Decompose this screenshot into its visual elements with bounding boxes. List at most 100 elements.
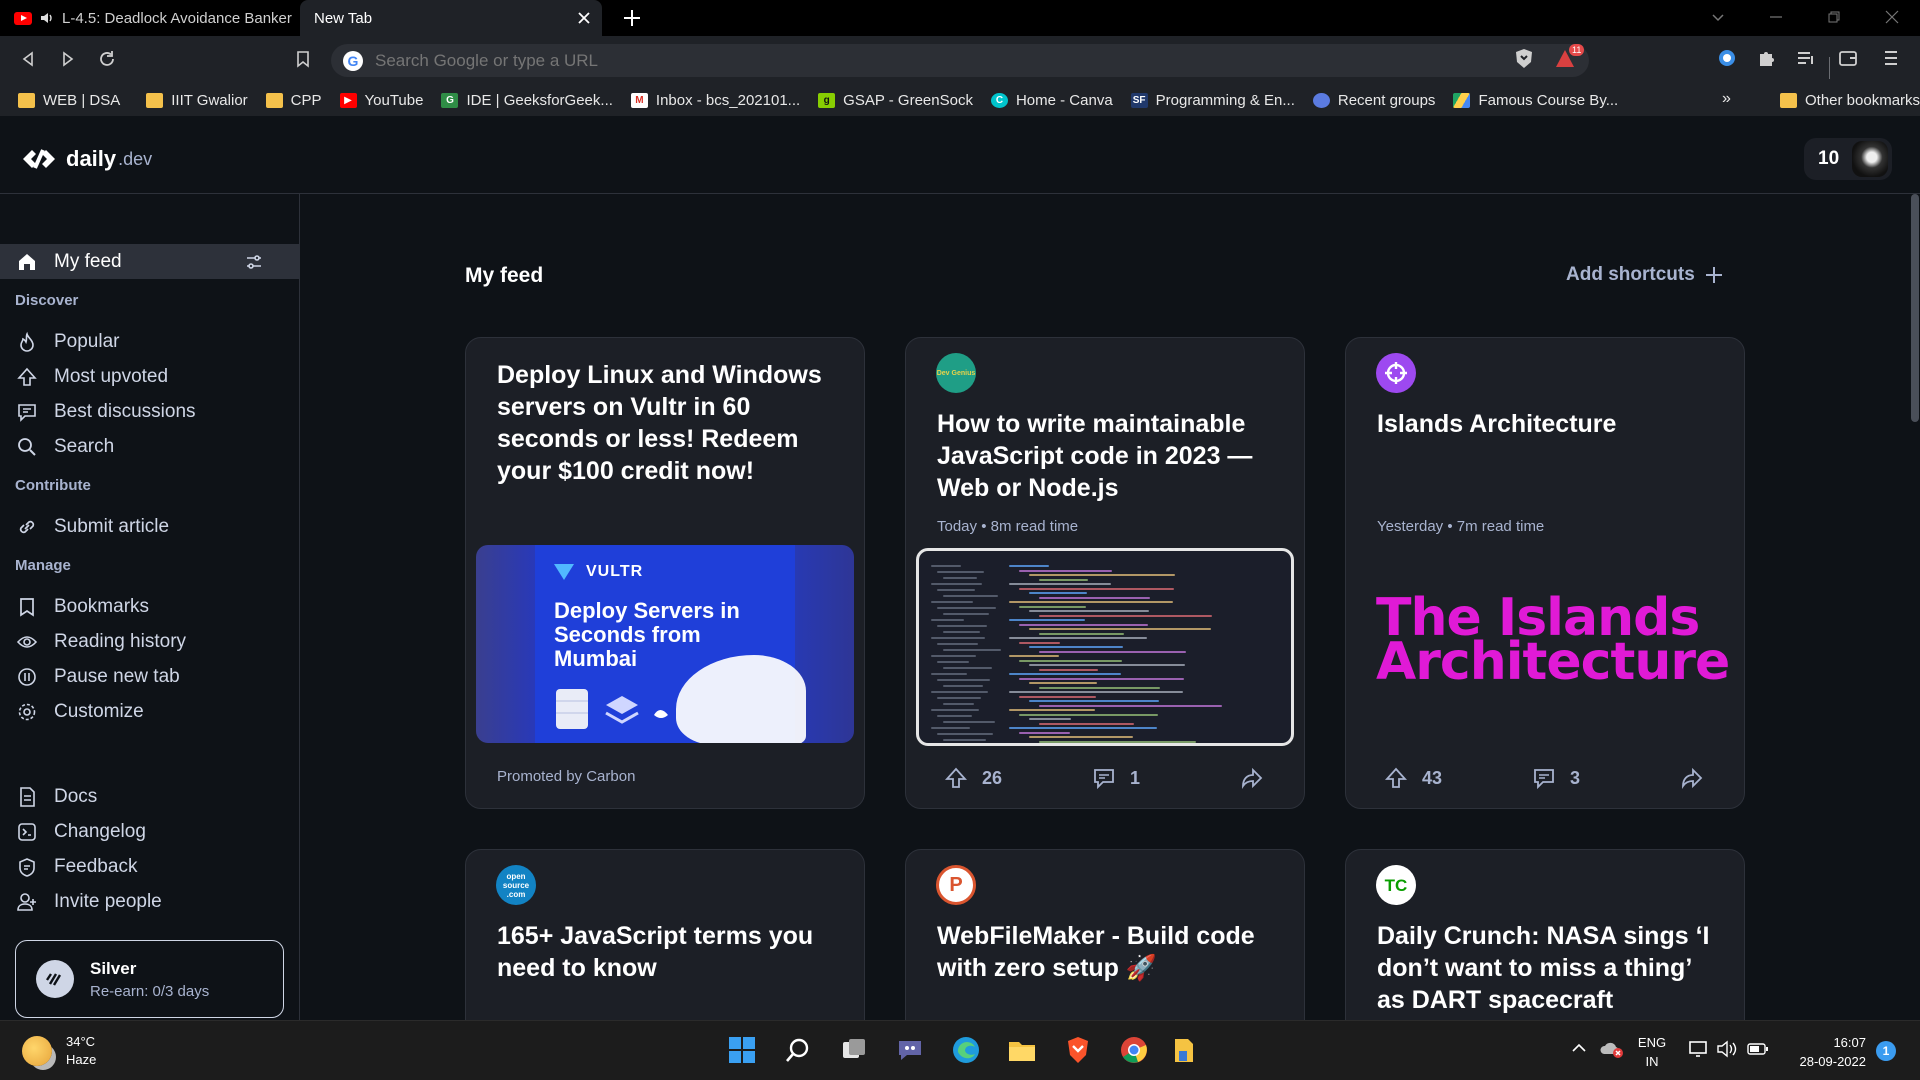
- wallet-icon[interactable]: [1838, 48, 1858, 68]
- volume-icon[interactable]: [1716, 1039, 1738, 1059]
- file-tree-line: [943, 703, 974, 705]
- source-avatar[interactable]: open source .com: [496, 865, 536, 905]
- upvote-button[interactable]: 26: [944, 766, 1002, 790]
- source-avatar[interactable]: [1376, 353, 1416, 393]
- weather-widget[interactable]: 34°C Haze: [22, 1033, 96, 1069]
- brave-browser-icon[interactable]: [1062, 1034, 1094, 1066]
- show-hidden-icons-chevron[interactable]: [1570, 1039, 1588, 1057]
- sidebar-item-feedback[interactable]: Feedback: [0, 849, 299, 884]
- ad-image[interactable]: VULTR Deploy Servers in Seconds from Mum…: [476, 545, 854, 743]
- omnibox-input[interactable]: [375, 50, 1475, 71]
- reload-icon[interactable]: [98, 50, 116, 68]
- article-card[interactable]: P WebFileMaker - Build code with zero se…: [905, 849, 1305, 1049]
- sidebar-item-bookmarks[interactable]: Bookmarks: [0, 589, 299, 624]
- source-avatar[interactable]: P: [936, 865, 976, 905]
- notes-app-icon[interactable]: [1168, 1034, 1200, 1066]
- sidebar-item-submit-article[interactable]: Submit article: [0, 509, 299, 544]
- sidebar-item-reading-history[interactable]: Reading history: [0, 624, 299, 659]
- share-button[interactable]: [1240, 766, 1278, 790]
- feed-filter-icon[interactable]: [245, 253, 279, 271]
- card-meta: Today • 8m read time: [937, 518, 1079, 535]
- file-explorer-icon[interactable]: [1006, 1034, 1038, 1066]
- notification-badge[interactable]: 1: [1876, 1041, 1896, 1061]
- extension-chat-icon[interactable]: [1717, 48, 1737, 68]
- source-avatar[interactable]: TC: [1376, 865, 1416, 905]
- back-icon[interactable]: [19, 50, 37, 68]
- minimize-icon[interactable]: [1768, 9, 1784, 25]
- clock[interactable]: 16:07 28-09-2022: [1782, 1033, 1867, 1071]
- comment-button[interactable]: 1: [1092, 766, 1140, 790]
- task-view-icon[interactable]: [838, 1034, 870, 1066]
- bookmark-item[interactable]: Famous Course By...: [1453, 92, 1618, 109]
- bookmark-item[interactable]: CPP: [265, 92, 322, 109]
- taskbar-search-icon[interactable]: [782, 1034, 814, 1066]
- tab-search-chevron-icon[interactable]: [1710, 9, 1726, 25]
- teams-chat-icon[interactable]: [894, 1034, 926, 1066]
- new-tab-icon[interactable]: [622, 8, 642, 28]
- sidebar-item-best-discussions[interactable]: Best discussions: [0, 394, 299, 429]
- daily-dev-logo[interactable]: daily .dev: [20, 146, 152, 172]
- ad-card[interactable]: Deploy Linux and Windows servers on Vult…: [465, 337, 865, 809]
- scrollbar-thumb[interactable]: [1911, 194, 1919, 422]
- browser-tab-active[interactable]: New Tab: [300, 0, 602, 36]
- bookmark-item[interactable]: M Inbox - bcs_202101...: [630, 92, 800, 109]
- bookmark-item[interactable]: ▶ YouTube: [339, 92, 423, 109]
- sidebar-item-most-upvoted[interactable]: Most upvoted: [0, 359, 299, 394]
- sidebar-item-changelog[interactable]: Changelog: [0, 814, 299, 849]
- section-label-discover: Discover: [15, 292, 79, 309]
- sidebar-item-popular[interactable]: Popular: [0, 324, 299, 359]
- extensions-puzzle-icon[interactable]: [1757, 48, 1777, 68]
- page-scrollbar[interactable]: [1909, 194, 1920, 1020]
- battery-icon[interactable]: [1746, 1039, 1770, 1059]
- restore-icon[interactable]: [1826, 9, 1842, 25]
- article-card[interactable]: TC Daily Crunch: NASA sings ‘I don’t wan…: [1345, 849, 1745, 1049]
- windows-start-icon[interactable]: [726, 1034, 758, 1066]
- language-indicator[interactable]: ENG IN: [1636, 1033, 1668, 1071]
- add-shortcuts-button[interactable]: Add shortcuts: [1566, 264, 1723, 286]
- code-line: [1019, 713, 1158, 716]
- bookmark-page-icon[interactable]: [295, 50, 311, 68]
- more-bookmarks-chevron[interactable]: »: [1722, 90, 1731, 108]
- sidebar-item-pause-new-tab[interactable]: Pause new tab: [0, 659, 299, 694]
- bookmark-item[interactable]: g GSAP - GreenSock: [818, 92, 973, 109]
- browser-menu-icon[interactable]: [1883, 48, 1899, 68]
- sidebar-item-customize[interactable]: Customize: [0, 694, 299, 729]
- browser-tab[interactable]: L-4.5: Deadlock Avoidance Banker: [0, 0, 300, 36]
- bookmark-item[interactable]: SF Programming & En...: [1130, 92, 1295, 109]
- forward-icon[interactable]: [59, 50, 77, 68]
- omnibox[interactable]: G: [331, 44, 1830, 79]
- comment-button[interactable]: 3: [1532, 766, 1580, 790]
- youtube-icon: ▶: [339, 92, 357, 108]
- article-card[interactable]: Dev Genius How to write maintainable Jav…: [905, 337, 1305, 809]
- sidebar-item-invite-people[interactable]: Invite people: [0, 884, 299, 919]
- bookmark-item[interactable]: G IDE | GeeksforGeek...: [441, 92, 613, 109]
- upvote-button[interactable]: 43: [1384, 766, 1442, 790]
- close-window-icon[interactable]: [1884, 9, 1900, 25]
- audio-playing-icon[interactable]: [40, 11, 54, 25]
- bookmark-item[interactable]: IIIT Gwalior: [146, 92, 248, 109]
- clock-date: 28-09-2022: [1799, 1054, 1867, 1069]
- bookmark-item[interactable]: C Home - Canva: [990, 92, 1113, 109]
- brave-rewards-icon[interactable]: 11: [1555, 44, 1585, 70]
- other-bookmarks[interactable]: Other bookmarks: [1780, 84, 1920, 116]
- edge-browser-icon[interactable]: [950, 1034, 982, 1066]
- media-controls-icon[interactable]: [1796, 48, 1816, 68]
- bookmark-item[interactable]: Recent groups: [1312, 92, 1435, 109]
- share-button[interactable]: [1680, 766, 1718, 790]
- brave-shields-icon[interactable]: [1514, 48, 1534, 70]
- profile-button[interactable]: 10: [1804, 138, 1892, 180]
- chrome-browser-icon[interactable]: [1118, 1034, 1150, 1066]
- code-line: [1009, 673, 1121, 675]
- sidebar-item-search[interactable]: Search: [0, 429, 299, 464]
- onedrive-error-icon[interactable]: [1600, 1039, 1624, 1059]
- sidebar-item-my-feed[interactable]: My feed: [0, 244, 299, 279]
- article-card[interactable]: open source .com 165+ JavaScript terms y…: [465, 849, 865, 1049]
- network-icon[interactable]: [1688, 1039, 1710, 1059]
- sidebar-item-docs[interactable]: Docs: [0, 779, 299, 814]
- article-card[interactable]: Islands Architecture Yesterday • 7m read…: [1345, 337, 1745, 809]
- close-tab-icon[interactable]: [576, 10, 592, 26]
- source-avatar[interactable]: Dev Genius: [936, 353, 976, 393]
- streak-card[interactable]: Silver Re-earn: 0/3 days: [15, 940, 284, 1018]
- code-line: [1009, 619, 1085, 621]
- bookmark-item[interactable]: WEB | DSA: [18, 92, 120, 109]
